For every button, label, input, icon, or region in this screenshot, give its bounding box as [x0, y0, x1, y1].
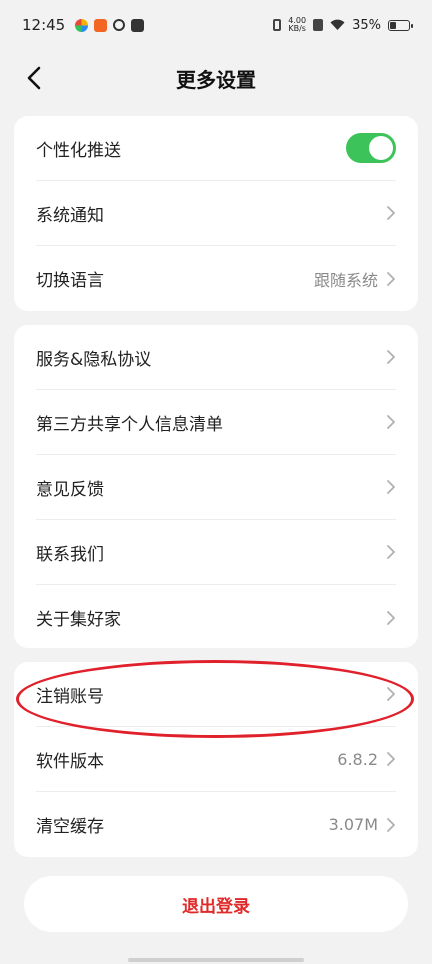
status-right: 4.00 KB/s 35%	[273, 17, 413, 33]
version-value: 6.8.2	[337, 749, 378, 769]
status-left: 12:45	[22, 16, 145, 34]
vibrate-icon	[273, 19, 282, 31]
row-right	[386, 349, 396, 365]
wifi-icon	[330, 19, 345, 30]
status-bar: 12:45 4.00 KB/s 35%	[0, 0, 432, 50]
battery-fill	[390, 21, 397, 29]
row-right: 跟随系统	[314, 267, 396, 291]
row-right	[386, 544, 396, 560]
row-right	[386, 479, 396, 495]
row-label: 软件版本	[36, 751, 104, 772]
home-indicator	[128, 958, 304, 962]
row-right: 3.07M	[329, 815, 396, 834]
row-label: 注销账号	[36, 686, 104, 707]
row-label: 个性化推送	[36, 140, 121, 161]
app-notification-icon	[75, 18, 89, 32]
row-label: 意见反馈	[36, 479, 104, 500]
nav-bar: 更多设置	[0, 50, 432, 106]
row-label: 清空缓存	[36, 817, 104, 837]
row-software-version[interactable]: 软件版本 6.8.2	[36, 727, 396, 792]
row-right	[346, 133, 396, 163]
row-about[interactable]: 关于集好家	[36, 585, 396, 650]
chevron-right-icon	[387, 206, 395, 220]
row-third-party-info[interactable]: 第三方共享个人信息清单	[36, 390, 396, 455]
net-speed-unit: KB/s	[288, 24, 306, 33]
no-sim-icon	[313, 19, 324, 31]
news-app-icon	[94, 18, 108, 32]
row-feedback[interactable]: 意见反馈	[36, 455, 396, 520]
chevron-right-icon	[387, 480, 395, 494]
back-button[interactable]	[18, 62, 50, 94]
chevron-right-icon	[387, 752, 395, 766]
chevron-right-icon	[387, 415, 395, 429]
status-time: 12:45	[22, 16, 66, 34]
message-app-icon	[131, 18, 145, 32]
row-label: 联系我们	[36, 544, 104, 565]
row-label: 关于集好家	[36, 610, 121, 630]
row-system-notification[interactable]: 系统通知	[36, 181, 396, 246]
row-right	[386, 610, 396, 626]
back-arrow-icon	[27, 66, 41, 90]
settings-card-account: 注销账号 软件版本 6.8.2 清空缓存 3.07M	[14, 662, 418, 857]
row-clear-cache[interactable]: 清空缓存 3.07M	[36, 792, 396, 857]
chevron-right-icon	[387, 271, 395, 286]
personalized-push-toggle[interactable]	[346, 133, 396, 163]
row-label: 系统通知	[36, 205, 104, 226]
battery-icon	[388, 19, 413, 31]
row-contact-us[interactable]: 联系我们	[36, 520, 396, 585]
chevron-right-icon	[387, 817, 395, 832]
row-label: 切换语言	[36, 271, 104, 291]
row-switch-language[interactable]: 切换语言 跟随系统	[36, 246, 396, 311]
language-value: 跟随系统	[313, 270, 378, 290]
network-speed: 4.00 KB/s	[288, 17, 306, 33]
chevron-right-icon	[387, 687, 395, 701]
chevron-right-icon	[387, 610, 395, 625]
settings-card-notifications: 个性化推送 系统通知 切换语言 跟随系统	[14, 116, 418, 311]
toggle-knob	[369, 136, 393, 160]
row-label: 服务&隐私协议	[36, 349, 152, 370]
settings-card-about: 服务&隐私协议 第三方共享个人信息清单 意见反馈 联系我们 关于集好家	[14, 325, 418, 648]
row-label: 第三方共享个人信息清单	[36, 414, 223, 435]
cache-size-value: 3.07M	[328, 815, 378, 834]
row-right	[386, 205, 396, 221]
logout-button[interactable]: 退出登录	[24, 876, 408, 932]
row-service-privacy[interactable]: 服务&隐私协议	[36, 325, 396, 390]
battery-percent: 35%	[352, 17, 381, 33]
chevron-right-icon	[387, 350, 395, 364]
row-personalized-push: 个性化推送	[36, 116, 396, 181]
row-right	[386, 686, 396, 702]
chevron-right-icon	[387, 545, 395, 559]
row-right	[386, 414, 396, 430]
row-right: 6.8.2	[337, 750, 396, 769]
row-cancel-account[interactable]: 注销账号	[36, 662, 396, 727]
link-app-icon	[113, 19, 126, 31]
page-title: 更多设置	[176, 67, 256, 92]
